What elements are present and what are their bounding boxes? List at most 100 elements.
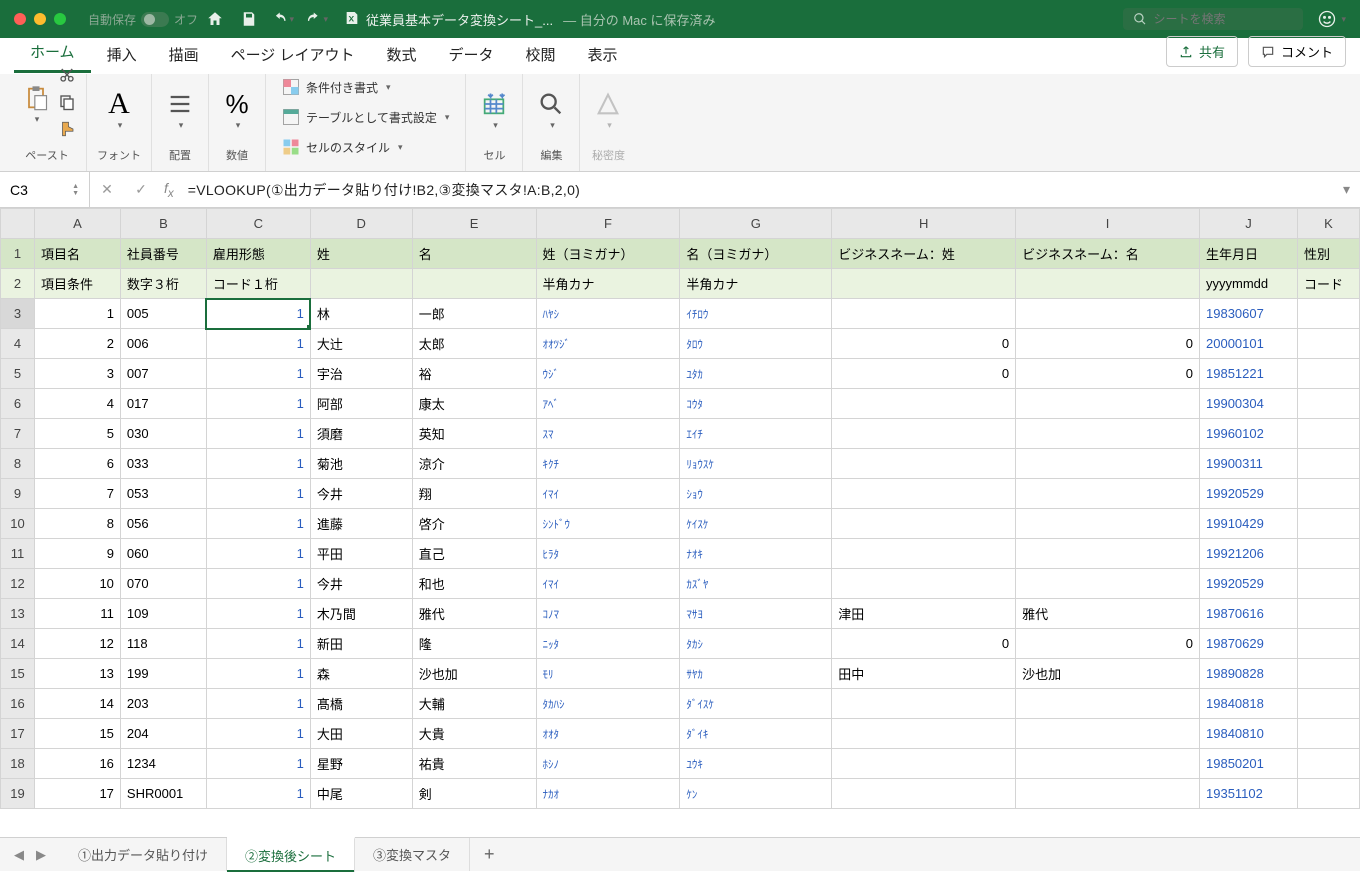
tab-draw[interactable]: 描画	[153, 36, 215, 73]
cell[interactable]: 祐貴	[412, 749, 536, 779]
col-header[interactable]: H	[832, 209, 1016, 239]
tab-insert[interactable]: 挿入	[91, 36, 153, 73]
format-painter-icon[interactable]	[58, 120, 76, 143]
cell[interactable]: 1	[206, 419, 310, 449]
cell-style-button[interactable]: セルのスタイル▾	[276, 135, 409, 159]
cell[interactable]: ｽﾏ	[536, 419, 680, 449]
col-header[interactable]: D	[310, 209, 412, 239]
cell[interactable]	[1297, 569, 1359, 599]
col-header[interactable]: I	[1016, 209, 1200, 239]
cell[interactable]: ｺﾉﾏ	[536, 599, 680, 629]
cell[interactable]: 9	[34, 539, 120, 569]
cell[interactable]	[1016, 419, 1200, 449]
header-cell[interactable]	[1016, 269, 1200, 299]
cell[interactable]: ﾊﾔｼ	[536, 299, 680, 329]
edit-button[interactable]: ▾	[533, 86, 569, 135]
sheet-search[interactable]	[1123, 8, 1303, 30]
header-cell[interactable]: 姓	[310, 239, 412, 269]
cell[interactable]: 1	[206, 749, 310, 779]
col-header[interactable]: B	[120, 209, 206, 239]
header-cell[interactable]: 項目名	[34, 239, 120, 269]
sensitivity-button[interactable]: ▾	[590, 86, 626, 135]
cell[interactable]: ﾋﾗﾀ	[536, 539, 680, 569]
cell[interactable]	[832, 419, 1016, 449]
row-header[interactable]: 8	[1, 449, 35, 479]
cell[interactable]: 中尾	[310, 779, 412, 809]
cell[interactable]: ｵｵﾂｼﾞ	[536, 329, 680, 359]
cell[interactable]: 0	[832, 359, 1016, 389]
cell[interactable]: 11	[34, 599, 120, 629]
cell[interactable]: 1	[34, 299, 120, 329]
cut-icon[interactable]	[58, 66, 76, 89]
cell[interactable]: 005	[120, 299, 206, 329]
cell[interactable]: 涼介	[412, 449, 536, 479]
cell[interactable]: 一郎	[412, 299, 536, 329]
cell[interactable]: 1	[206, 509, 310, 539]
cell[interactable]: ｼｮｳ	[680, 479, 832, 509]
cell[interactable]: ｲﾏｲ	[536, 569, 680, 599]
cell[interactable]: 剣	[412, 779, 536, 809]
cell[interactable]: 199	[120, 659, 206, 689]
row-header[interactable]: 3	[1, 299, 35, 329]
cell[interactable]	[832, 749, 1016, 779]
cell[interactable]: ｴｲﾁ	[680, 419, 832, 449]
accept-formula-icon[interactable]: ✓	[124, 181, 158, 198]
cell[interactable]: 5	[34, 419, 120, 449]
cell[interactable]: 19840810	[1200, 719, 1298, 749]
sheet-next-icon[interactable]: ▶	[36, 847, 46, 863]
header-cell[interactable]: 生年月日	[1200, 239, 1298, 269]
cell[interactable]: 髙橋	[310, 689, 412, 719]
cell[interactable]: 0	[1016, 629, 1200, 659]
tab-formula[interactable]: 数式	[370, 36, 432, 73]
cell[interactable]	[1297, 629, 1359, 659]
row-header[interactable]: 12	[1, 569, 35, 599]
cell[interactable]: 15	[34, 719, 120, 749]
header-cell[interactable]: 雇用形態	[206, 239, 310, 269]
cell[interactable]	[1297, 749, 1359, 779]
cell[interactable]	[1016, 389, 1200, 419]
add-sheet-icon[interactable]: +	[470, 844, 509, 865]
cell[interactable]: ｶｽﾞﾔ	[680, 569, 832, 599]
cell[interactable]	[1297, 299, 1359, 329]
fx-icon[interactable]: fx	[164, 180, 174, 200]
cell[interactable]: 沙也加	[1016, 659, 1200, 689]
cell[interactable]: 030	[120, 419, 206, 449]
number-button[interactable]: %▾	[219, 86, 255, 135]
tab-view[interactable]: 表示	[572, 36, 634, 73]
cell[interactable]	[1297, 359, 1359, 389]
select-all-cell[interactable]	[1, 209, 35, 239]
cell[interactable]: 19900311	[1200, 449, 1298, 479]
row-header[interactable]: 2	[1, 269, 35, 299]
cell[interactable]: ｹｲｽｹ	[680, 509, 832, 539]
row-header[interactable]: 17	[1, 719, 35, 749]
row-header[interactable]: 10	[1, 509, 35, 539]
cell[interactable]	[832, 389, 1016, 419]
cell[interactable]	[1016, 509, 1200, 539]
cell[interactable]: 1	[206, 599, 310, 629]
cell[interactable]: 菊池	[310, 449, 412, 479]
home-icon[interactable]	[204, 8, 226, 30]
cell[interactable]	[1016, 779, 1200, 809]
cell[interactable]: 13	[34, 659, 120, 689]
cell[interactable]: 裕	[412, 359, 536, 389]
cell[interactable]	[1297, 539, 1359, 569]
cells-button[interactable]: ▾	[476, 86, 512, 135]
header-cell[interactable]: ビジネスネーム：名	[1016, 239, 1200, 269]
header-cell[interactable]: 半角カナ	[680, 269, 832, 299]
cell[interactable]: 1	[206, 779, 310, 809]
cell[interactable]: ﾀｶﾊｼ	[536, 689, 680, 719]
cell[interactable]: 1	[206, 449, 310, 479]
cell[interactable]: ﾓﾘ	[536, 659, 680, 689]
cell[interactable]: 19900304	[1200, 389, 1298, 419]
col-header[interactable]: E	[412, 209, 536, 239]
cell[interactable]: 田中	[832, 659, 1016, 689]
cell[interactable]: 宇治	[310, 359, 412, 389]
cond-format-button[interactable]: 条件付き書式▾	[276, 75, 397, 99]
cell[interactable]: 直己	[412, 539, 536, 569]
sheet-tab-3[interactable]: ③変換マスタ	[355, 838, 470, 871]
cell[interactable]: 7	[34, 479, 120, 509]
cell[interactable]: 19910429	[1200, 509, 1298, 539]
cell[interactable]: 隆	[412, 629, 536, 659]
header-cell[interactable]: コード１桁	[206, 269, 310, 299]
cell[interactable]: 津田	[832, 599, 1016, 629]
